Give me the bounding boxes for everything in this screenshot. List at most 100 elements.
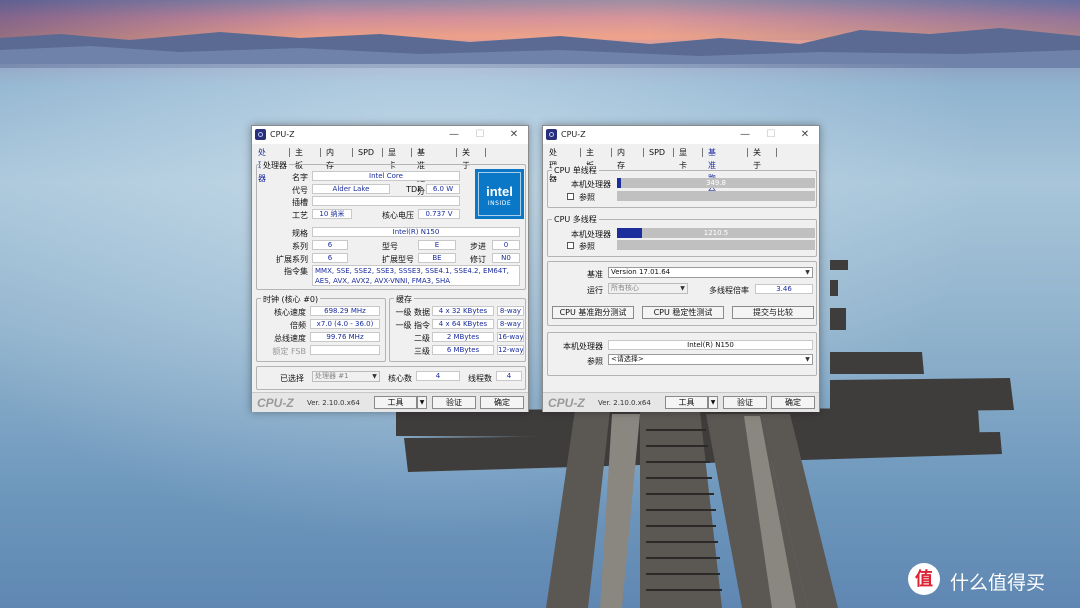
- submit-compare-button[interactable]: 提交与比较: [732, 306, 814, 319]
- validate-button[interactable]: 验证: [723, 396, 767, 409]
- run-select[interactable]: 所有核心 ▼: [608, 283, 688, 294]
- core-speed-value: 698.29 MHz: [310, 306, 380, 316]
- wooden-pier: [396, 260, 1014, 608]
- tdp-value: 6.0 W: [426, 184, 460, 194]
- l1-data-value: 4 x 32 KBytes: [432, 306, 494, 316]
- tab-separator: [776, 148, 777, 157]
- window-title: CPU-Z: [561, 130, 586, 139]
- bus-speed-label: 总线速度: [274, 334, 306, 343]
- l3-way: 12-way: [497, 345, 524, 355]
- processor-select[interactable]: 处理器 #1 ▼: [312, 371, 380, 382]
- chevron-down-icon: ▼: [805, 356, 810, 363]
- bottom-bar: CPU-Z Ver. 2.10.0.x64 工具 ▼ 验证 确定: [543, 392, 819, 412]
- processor-select-value: 处理器 #1: [315, 372, 349, 380]
- single-reference-checkbox[interactable]: [567, 193, 574, 200]
- stress-cpu-button[interactable]: CPU 稳定性测试: [642, 306, 724, 319]
- l1-inst-label: 一级 指令: [395, 321, 430, 330]
- codename-label: 代号: [292, 186, 308, 195]
- tab-graphics[interactable]: 显卡: [386, 146, 398, 170]
- tab-processor[interactable]: 处理器: [256, 146, 268, 183]
- reference-select-value: <请选择>: [611, 355, 644, 363]
- tab-spd[interactable]: SPD: [647, 146, 667, 159]
- multi-score-bar: 1210.5: [617, 228, 815, 238]
- tab-mainboard[interactable]: 主板: [293, 146, 305, 170]
- this-processor-label: 本机处理器: [563, 342, 603, 351]
- single-reference-label: 参照: [579, 193, 595, 202]
- maximize-button: ☐: [475, 129, 485, 140]
- tab-memory[interactable]: 内存: [615, 146, 627, 170]
- title-bar[interactable]: CPU-Z — ☐ ✕: [252, 126, 528, 144]
- bottom-bar: CPU-Z Ver. 2.10.0.x64 工具 ▼ 验证 确定: [252, 392, 528, 412]
- ok-button[interactable]: 确定: [771, 396, 815, 409]
- tab-bench[interactable]: 基准跑分: [415, 146, 427, 196]
- tab-separator: [382, 148, 383, 157]
- package-value: [312, 196, 460, 206]
- spec-value: Intel(R) N150: [312, 227, 520, 237]
- minimize-button[interactable]: —: [446, 128, 462, 142]
- close-button[interactable]: ✕: [797, 128, 813, 142]
- tools-button[interactable]: 工具: [665, 396, 708, 409]
- cpuz-window-bench: CPU-Z — ☐ ✕ 处理器 主板 内存 SPD 显卡 基准跑分 关于 CPU…: [542, 125, 820, 412]
- watermark-logo-icon: 值: [908, 563, 940, 595]
- model-label: 型号: [382, 242, 398, 251]
- tab-separator: [320, 148, 321, 157]
- ext-model-label: 扩展型号: [382, 255, 414, 264]
- tab-about[interactable]: 关于: [460, 146, 472, 170]
- chevron-down-icon: ▼: [372, 373, 377, 380]
- minimize-button[interactable]: —: [737, 128, 753, 142]
- single-this-label: 本机处理器: [571, 180, 611, 189]
- l2-value: 2 MBytes: [432, 332, 494, 342]
- ext-family-label: 扩展系列: [276, 255, 308, 264]
- tools-button[interactable]: 工具: [374, 396, 417, 409]
- ok-button[interactable]: 确定: [480, 396, 524, 409]
- multi-reference-checkbox[interactable]: [567, 242, 574, 249]
- this-processor-value: Intel(R) N150: [608, 340, 813, 350]
- tab-separator: [352, 148, 353, 157]
- tab-spd[interactable]: SPD: [356, 146, 376, 159]
- multi-reference-label: 参照: [579, 242, 595, 251]
- name-label: 名字: [292, 173, 308, 182]
- tab-separator: [411, 148, 412, 157]
- cores-value: 4: [416, 371, 460, 381]
- chevron-down-icon: ▼: [805, 269, 810, 276]
- ext-model-value: BE: [418, 253, 456, 263]
- title-bar[interactable]: CPU-Z — ☐ ✕: [543, 126, 819, 144]
- l1-data-label: 一级 数据: [395, 308, 430, 317]
- reference-select[interactable]: <请选择> ▼: [608, 354, 813, 365]
- benchmark-label: 基准: [587, 270, 603, 279]
- tools-dropdown-button[interactable]: ▼: [708, 396, 718, 409]
- stepping-label: 步进: [470, 242, 486, 251]
- tools-dropdown-button[interactable]: ▼: [417, 396, 427, 409]
- name-value: Intel Core: [312, 171, 460, 181]
- l2-way: 16-way: [497, 332, 524, 342]
- multi-score-value: 1210.5: [703, 229, 729, 237]
- tab-processor[interactable]: 处理器: [547, 146, 559, 183]
- tab-graphics[interactable]: 显卡: [677, 146, 689, 170]
- revision-value: N0: [492, 253, 520, 263]
- close-button[interactable]: ✕: [506, 128, 522, 142]
- tab-mainboard[interactable]: 主板: [584, 146, 596, 170]
- selection-label: 已选择: [280, 374, 304, 383]
- validate-button[interactable]: 验证: [432, 396, 476, 409]
- benchmark-select[interactable]: Version 17.01.64 ▼: [608, 267, 813, 278]
- tab-memory[interactable]: 内存: [324, 146, 336, 170]
- family-label: 系列: [292, 242, 308, 251]
- tab-separator: [673, 148, 674, 157]
- cores-label: 核心数: [388, 374, 412, 383]
- l1-inst-value: 4 x 64 KBytes: [432, 319, 494, 329]
- voltage-value: 0.737 V: [418, 209, 460, 219]
- l1-data-way: 8-way: [497, 306, 524, 316]
- bench-cpu-button[interactable]: CPU 基准跑分测试: [552, 306, 634, 319]
- technology-value: 10 纳米: [312, 209, 352, 219]
- tab-separator: [580, 148, 581, 157]
- tab-about[interactable]: 关于: [751, 146, 763, 170]
- single-score-bar: 349.8: [617, 178, 815, 188]
- watermark-text: 什么值得买: [950, 572, 1046, 594]
- technology-label: 工艺: [292, 211, 308, 220]
- tab-bench[interactable]: 基准跑分: [706, 146, 718, 196]
- multi-ratio-label: 多线程倍率: [709, 286, 749, 295]
- clocks-group-title: 时钟 (核心 #0): [261, 294, 321, 305]
- codename-value: Alder Lake: [312, 184, 390, 194]
- spec-label: 规格: [292, 229, 308, 238]
- l3-label: 三级: [414, 347, 430, 356]
